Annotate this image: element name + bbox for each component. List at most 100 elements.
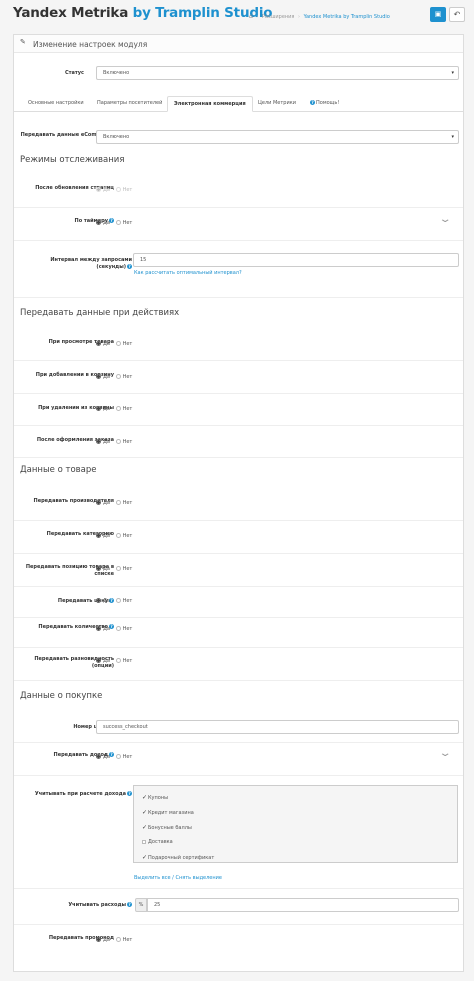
floppy-disk-icon: ▣: [434, 10, 442, 18]
tab-ecommerce[interactable]: Электронная коммерция: [167, 96, 253, 112]
variant-yes[interactable]: Да: [96, 658, 110, 664]
price-no[interactable]: Нет: [115, 598, 132, 604]
divider: [14, 617, 463, 618]
position-radios[interactable]: Да Нет: [96, 566, 136, 573]
add-to-cart-yes[interactable]: Да: [96, 374, 110, 380]
section-actions-title: Передавать данные при действиях: [20, 308, 180, 318]
revenue-yes[interactable]: Да: [96, 754, 110, 760]
revenue-radios[interactable]: Да Нет: [96, 754, 136, 761]
tab-general[interactable]: Основные настройки: [28, 100, 84, 106]
caret-down-icon: ▾: [451, 134, 454, 140]
manufacturer-radios[interactable]: Да Нет: [96, 500, 136, 507]
tab-help[interactable]: ? Помощь!: [310, 100, 339, 106]
tabs-bar: Основные настройки Параметры посетителей…: [14, 96, 463, 112]
category-no[interactable]: Нет: [115, 533, 132, 539]
tab-visitor-params[interactable]: Параметры посетителей: [97, 100, 162, 106]
view-no[interactable]: Нет: [115, 341, 132, 347]
promo-yes[interactable]: Да: [96, 937, 110, 943]
checkbox-reward-points[interactable]: ✓Бонусные баллы: [142, 824, 192, 831]
checkout-yes[interactable]: Да: [96, 439, 110, 445]
add-to-cart-no[interactable]: Нет: [115, 374, 132, 380]
divider: [14, 240, 463, 241]
goal-input[interactable]: success_checkout: [96, 720, 459, 734]
interval-input[interactable]: 15: [133, 253, 459, 267]
section-purchase-title: Данные о покупке: [20, 691, 103, 701]
question-icon: ?: [127, 791, 132, 796]
divider: [14, 775, 463, 776]
variant-no[interactable]: Нет: [115, 658, 132, 664]
consider-label: Учитывать при расчете дохода?: [34, 791, 132, 797]
promo-no[interactable]: Нет: [115, 937, 132, 943]
checkbox-gift-certificate[interactable]: ✓Подарочный сертификат: [142, 854, 214, 861]
checkbox-coupons[interactable]: ✓Купоны: [142, 794, 168, 801]
divider: [14, 425, 463, 426]
breadcrumb-separator: ›: [298, 14, 301, 20]
checkout-radios[interactable]: Да Нет: [96, 439, 136, 446]
position-yes[interactable]: Да: [96, 566, 110, 572]
price-yes[interactable]: Да: [96, 598, 110, 604]
select-links-separator: /: [172, 875, 174, 881]
expenses-input[interactable]: 25: [147, 898, 459, 912]
category-radios[interactable]: Да Нет: [96, 533, 136, 540]
checkbox-shipping[interactable]: Доставка: [142, 839, 173, 845]
question-icon: ?: [127, 902, 132, 907]
checkout-no[interactable]: Нет: [115, 439, 132, 445]
question-icon: ?: [127, 264, 132, 269]
chevron-down-icon[interactable]: ⌄: [438, 748, 451, 759]
breadcrumb-extensions[interactable]: Расширения: [262, 14, 294, 20]
divider: [14, 742, 463, 743]
add-to-cart-radios[interactable]: Да Нет: [96, 374, 136, 381]
by-timer-radios[interactable]: Да Нет: [96, 220, 136, 227]
promo-radios[interactable]: Да Нет: [96, 937, 136, 944]
divider: [14, 360, 463, 361]
status-label: Статус: [64, 70, 84, 76]
back-button[interactable]: ↶: [449, 7, 465, 22]
category-yes[interactable]: Да: [96, 533, 110, 539]
quantity-radios[interactable]: Да Нет: [96, 626, 136, 633]
divider: [14, 924, 463, 925]
by-timer-yes[interactable]: Да: [96, 220, 110, 226]
reply-arrow-icon: ↶: [453, 10, 461, 19]
manufacturer-no[interactable]: Нет: [115, 500, 132, 506]
divider: [14, 586, 463, 587]
deselect-all-link[interactable]: Снять выделение: [175, 875, 222, 881]
on-reload-radios[interactable]: Да Нет: [96, 187, 136, 194]
revenue-no[interactable]: Нет: [115, 754, 132, 760]
checkbox-store-credit[interactable]: ✓Кредит магазина: [142, 809, 194, 816]
quantity-yes[interactable]: Да: [96, 626, 110, 632]
remove-from-cart-yes[interactable]: Да: [96, 406, 110, 412]
manufacturer-yes[interactable]: Да: [96, 500, 110, 506]
percent-addon: %: [135, 898, 147, 912]
checkbox-empty-icon: [142, 839, 146, 844]
price-radios[interactable]: Да Нет: [96, 598, 136, 605]
view-radios[interactable]: Да Нет: [96, 341, 136, 348]
by-timer-no[interactable]: Нет: [115, 220, 132, 226]
position-no[interactable]: Нет: [115, 566, 132, 572]
on-reload-yes[interactable]: Да: [96, 187, 110, 193]
interval-help-link[interactable]: Как рассчитать оптимальный интервал?: [134, 270, 242, 276]
remove-from-cart-no[interactable]: Нет: [115, 406, 132, 412]
breadcrumb: ⌂ › Расширения › Yandex Metrika by Tramp…: [249, 13, 390, 20]
tab-goals[interactable]: Цели Метрики: [258, 100, 296, 106]
view-yes[interactable]: Да: [96, 341, 110, 347]
breadcrumb-current[interactable]: Yandex Metrika by Tramplin Studio: [304, 14, 390, 20]
variant-radios[interactable]: Да Нет: [96, 658, 136, 665]
select-all-link[interactable]: Выделить все: [134, 875, 171, 881]
on-reload-no[interactable]: Нет: [115, 187, 132, 193]
save-button[interactable]: ▣: [430, 7, 446, 22]
select-links: Выделить все / Снять выделение: [134, 875, 222, 881]
remove-from-cart-radios[interactable]: Да Нет: [96, 406, 136, 413]
chevron-down-icon[interactable]: ⌄: [438, 214, 451, 225]
ecommerce-select[interactable]: Включено ▾: [96, 130, 459, 144]
divider: [14, 888, 463, 889]
divider: [14, 647, 463, 648]
breadcrumb-separator: ›: [256, 14, 259, 20]
pencil-icon: ✎: [20, 38, 26, 46]
status-select-value: Включено: [103, 70, 130, 76]
status-select[interactable]: Включено ▾: [96, 66, 459, 80]
expenses-label: Учитывать расходы?: [68, 902, 132, 908]
divider: [14, 457, 463, 458]
quantity-no[interactable]: Нет: [115, 626, 132, 632]
home-icon[interactable]: ⌂: [249, 13, 253, 20]
page-title: Yandex Metrika by Tramplin Studio: [13, 5, 273, 21]
